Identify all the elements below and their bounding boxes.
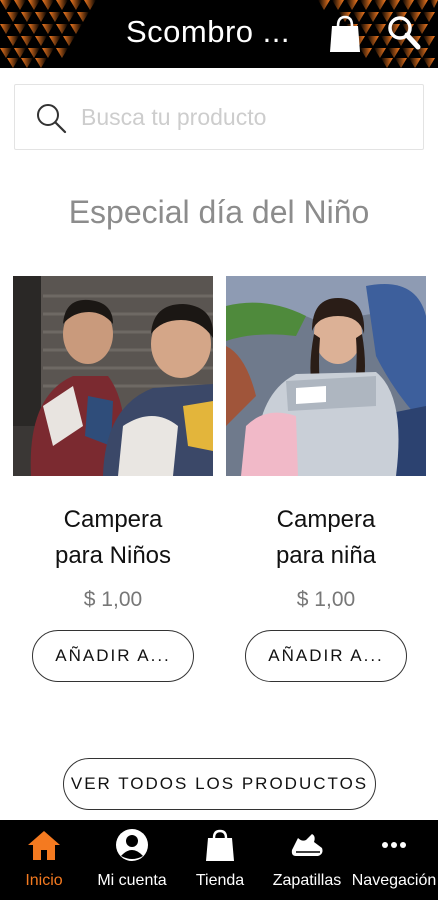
app-header: Scombro ... (0, 0, 438, 68)
product-card[interactable]: Campera para niña $ 1,00 AÑADIR A... (226, 276, 426, 682)
product-name[interactable]: Campera para Niños (13, 502, 213, 574)
shopping-bag-icon[interactable] (327, 14, 363, 54)
product-card[interactable]: Campera para Niños $ 1,00 AÑADIR A... (13, 276, 213, 682)
nav-item-mi-cuenta[interactable]: Mi cuenta (88, 820, 176, 900)
nav-item-tienda[interactable]: Tienda (176, 820, 264, 900)
sneaker-icon (291, 834, 323, 856)
nav-item-navegacion[interactable]: Navegación (350, 820, 438, 900)
app-title: Scombro ... (126, 14, 290, 49)
nav-item-zapatillas[interactable]: Zapatillas (264, 820, 350, 900)
nav-item-inicio[interactable]: Inicio (0, 820, 88, 900)
user-icon (116, 829, 148, 861)
product-image[interactable] (13, 276, 213, 476)
header-pattern-left (0, 0, 96, 68)
view-all-products-button[interactable]: VER TODOS LOS PRODUCTOS (63, 758, 376, 810)
product-name[interactable]: Campera para niña (226, 502, 426, 574)
add-to-cart-button[interactable]: AÑADIR A... (245, 630, 407, 682)
search-icon[interactable] (386, 14, 422, 54)
search-input[interactable] (81, 97, 411, 137)
bottom-navigation: Inicio Mi cuenta Tienda Zapatillas Naveg… (0, 820, 438, 900)
home-icon (28, 831, 60, 860)
section-title: Especial día del Niño (68, 194, 370, 230)
product-image[interactable] (226, 276, 426, 476)
add-to-cart-button[interactable]: AÑADIR A... (32, 630, 194, 682)
search-bar[interactable] (14, 84, 424, 150)
search-icon (37, 104, 67, 134)
product-price: $ 1,00 (296, 588, 356, 611)
product-price: $ 1,00 (83, 588, 143, 611)
more-dots-icon (382, 842, 406, 848)
shopping-bag-icon (206, 829, 234, 861)
